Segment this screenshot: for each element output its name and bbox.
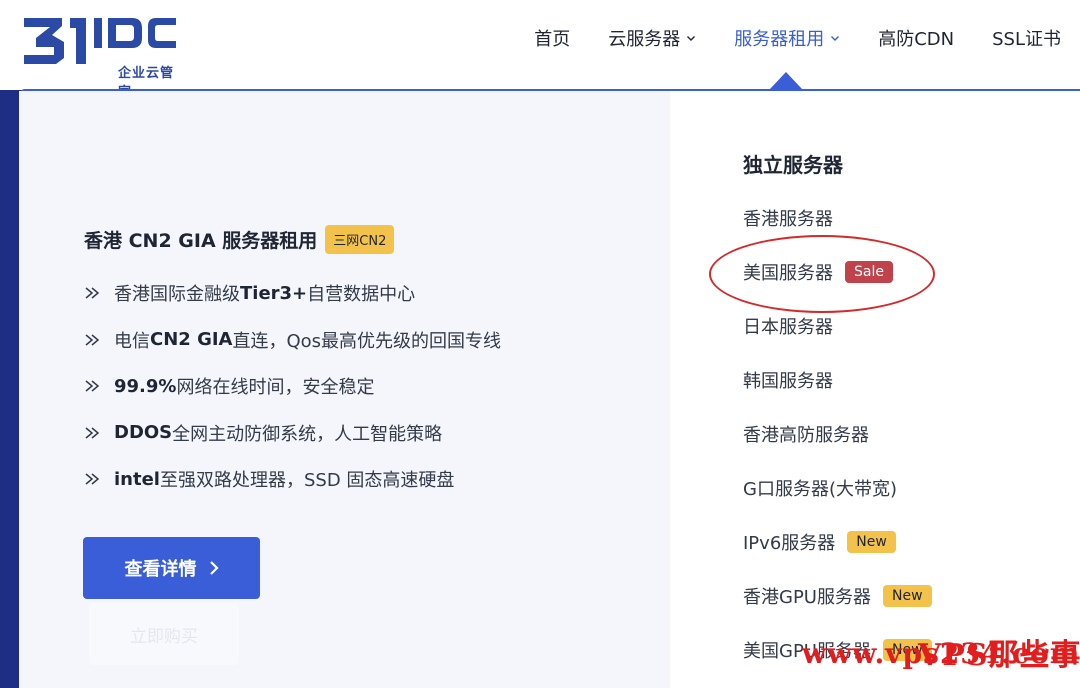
- feature-text: 自营数据中心: [307, 284, 416, 305]
- watermark-cn: VPS那些事: [918, 630, 1080, 674]
- buy-now-button[interactable]: 立即购买: [89, 603, 239, 665]
- new-badge: New: [847, 531, 896, 553]
- feature-item: 99.9% 网络在线时间，安全稳定: [84, 374, 501, 398]
- new-badge: New: [882, 585, 932, 607]
- feature-text: 至强双路处理器，SSD 固态高速硬盘: [159, 470, 455, 491]
- menu-item-label: 香港高防服务器: [743, 425, 869, 446]
- double-chevron-right-icon: [85, 333, 100, 346]
- feature-item: 香港国际金融级 Tier3+ 自营数据中心: [84, 281, 501, 305]
- site-header: 企业云管家 首页 云服务器 服务器租用 高防CDN SSL证书: [0, 0, 1080, 100]
- menu-item-hk-gpu-server[interactable]: 香港GPU服务器 New: [743, 582, 932, 610]
- chevron-down-icon: [831, 36, 840, 41]
- double-chevron-right-icon: [85, 287, 100, 299]
- menu-item-label: 香港服务器: [743, 209, 833, 230]
- nav-item-label: 高防CDN: [878, 29, 955, 50]
- featured-title-text: 香港 CN2 GIA 服务器租用: [84, 230, 318, 252]
- nav-item-label: 首页: [534, 29, 571, 50]
- feature-highlight: intel: [114, 468, 160, 490]
- featured-title[interactable]: 香港 CN2 GIA 服务器租用 三网CN2: [84, 225, 395, 254]
- feature-text: 电信: [114, 330, 150, 352]
- feature-highlight: DDOS: [114, 422, 173, 443]
- nav-item-home[interactable]: 首页: [534, 25, 570, 51]
- dropdown-pointer: [770, 72, 802, 89]
- view-details-label: 查看详情: [124, 559, 197, 580]
- logo[interactable]: 企业云管家: [22, 14, 182, 100]
- feature-text: 全网主动防御系统，人工智能策略: [172, 423, 443, 445]
- menu-item-label: 日本服务器: [743, 317, 833, 338]
- nav-item-label: SSL证书: [992, 29, 1061, 50]
- logo-mark-icon: [24, 18, 176, 64]
- nav-item-label: 服务器租用: [734, 29, 825, 50]
- annotation-ellipse: [709, 235, 935, 313]
- double-chevron-right-icon: [85, 380, 100, 392]
- feature-text: 网络在线时间，安全稳定: [176, 377, 375, 398]
- menu-item-hk-server[interactable]: 香港服务器: [743, 204, 932, 232]
- menu-item-label: G口服务器(大带宽): [743, 479, 897, 500]
- nav-item-label: 云服务器: [608, 29, 681, 50]
- nav-item-cloud-server[interactable]: 云服务器: [608, 25, 696, 51]
- menu-item-hk-ddos-server[interactable]: 香港高防服务器: [743, 420, 932, 448]
- nav-item-ssl[interactable]: SSL证书: [992, 25, 1061, 51]
- menu-item-label: 香港GPU服务器: [743, 587, 871, 608]
- feature-item: intel 至强双路处理器，SSD 固态高速硬盘: [84, 467, 501, 491]
- featured-product-panel: 香港 CN2 GIA 服务器租用 三网CN2 香港国际金融级 Tier3+ 自营…: [19, 91, 670, 688]
- view-details-button[interactable]: 查看详情: [83, 537, 260, 599]
- nav-item-ddos-cdn[interactable]: 高防CDN: [878, 25, 954, 51]
- chevron-down-icon: [687, 36, 696, 41]
- feature-list: 香港国际金融级 Tier3+ 自营数据中心 电信 CN2 GIA 直连，Qos最…: [84, 281, 501, 514]
- feature-highlight: Tier3+: [240, 282, 308, 304]
- main-nav: 首页 云服务器 服务器租用 高防CDN SSL证书: [515, 0, 1080, 76]
- server-rental-dropdown: 香港 CN2 GIA 服务器租用 三网CN2 香港国际金融级 Tier3+ 自营…: [19, 89, 1080, 688]
- feature-highlight: CN2 GIA: [150, 329, 233, 350]
- menu-category-title: 独立服务器: [743, 153, 843, 177]
- feature-item: DDOS 全网主动防御系统，人工智能策略: [84, 421, 501, 445]
- feature-item: 电信 CN2 GIA 直连，Qos最高优先级的回国专线: [84, 328, 501, 352]
- feature-highlight: 99.9%: [114, 375, 177, 397]
- double-chevron-right-icon: [85, 426, 100, 439]
- chevron-right-icon: [209, 561, 219, 575]
- menu-item-label: 韩国服务器: [743, 371, 833, 392]
- buy-now-label: 立即购买: [130, 626, 198, 647]
- featured-badge: 三网CN2: [325, 225, 395, 254]
- nav-item-server-rental[interactable]: 服务器租用: [734, 25, 840, 51]
- feature-text: 直连，Qos最高优先级的回国专线: [232, 330, 502, 352]
- double-chevron-right-icon: [85, 473, 100, 485]
- menu-item-label: IPv6服务器: [743, 533, 836, 554]
- feature-text: 香港国际金融级: [114, 284, 240, 305]
- menu-item-kr-server[interactable]: 韩国服务器: [743, 366, 932, 394]
- watermark-cn-text: VPS那些事: [918, 638, 1080, 673]
- menu-item-jp-server[interactable]: 日本服务器: [743, 312, 932, 340]
- menu-item-ipv6-server[interactable]: IPv6服务器 New: [743, 528, 932, 556]
- menu-item-g-port-server[interactable]: G口服务器(大带宽): [743, 474, 932, 502]
